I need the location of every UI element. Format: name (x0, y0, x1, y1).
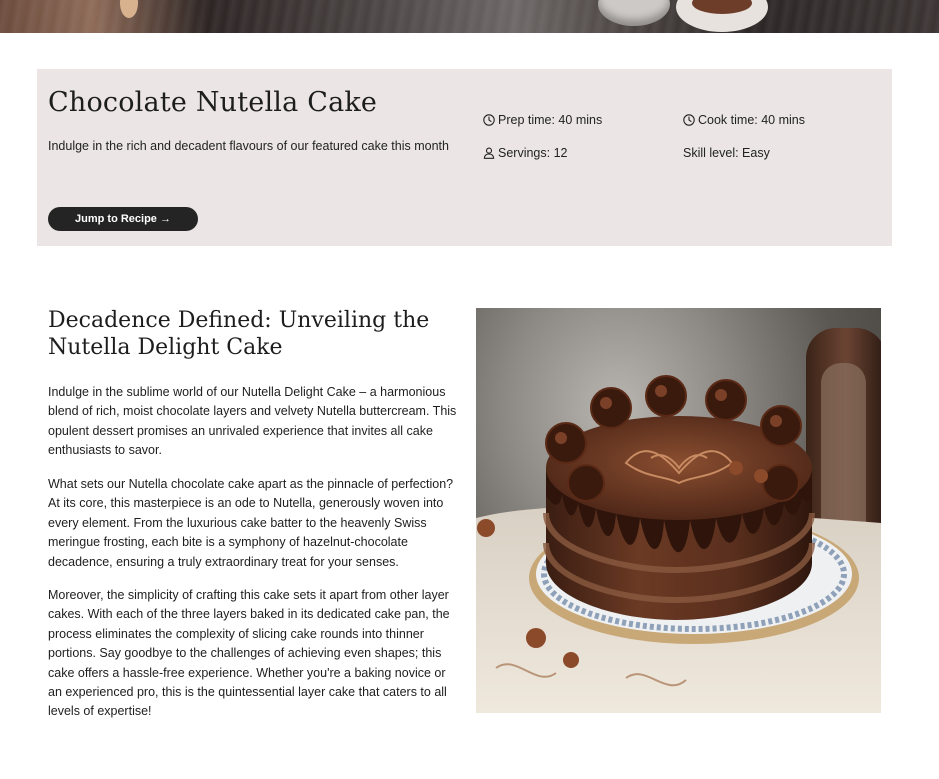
recipe-title: Chocolate Nutella Cake (48, 87, 378, 118)
skill-level: Skill level: Easy (683, 146, 770, 160)
servings: Servings: 12 (483, 146, 567, 160)
prep-time: Prep time: 40 mins (483, 113, 602, 127)
cook-time: Cook time: 40 mins (683, 113, 805, 127)
article-heading: Decadence Defined: Unveiling the Nutella… (48, 308, 430, 360)
skill-level-label: Skill level: Easy (683, 146, 770, 160)
recipe-subtitle: Indulge in the rich and decadent flavour… (48, 139, 449, 153)
prep-time-label: Prep time: 40 mins (498, 113, 603, 127)
cake-photo (476, 308, 881, 713)
cook-time-label: Cook time: 40 mins (698, 113, 805, 127)
article-paragraph: Indulge in the sublime world of our Nute… (48, 385, 457, 458)
servings-label: Servings: 12 (498, 146, 568, 160)
recipe-info-card: Chocolate Nutella Cake Indulge in the ri… (37, 69, 892, 246)
clock-icon (483, 114, 495, 126)
hero-texture (0, 0, 939, 33)
cake-illustration (476, 328, 881, 713)
hero-banner-image (0, 0, 939, 33)
article-paragraph: Moreover, the simplicity of crafting thi… (48, 588, 450, 719)
jump-to-recipe-button[interactable]: Jump to Recipe → (48, 207, 198, 231)
person-icon (483, 147, 495, 159)
article-paragraph: What sets our Nutella chocolate cake apa… (48, 477, 454, 569)
clock-icon (683, 114, 695, 126)
